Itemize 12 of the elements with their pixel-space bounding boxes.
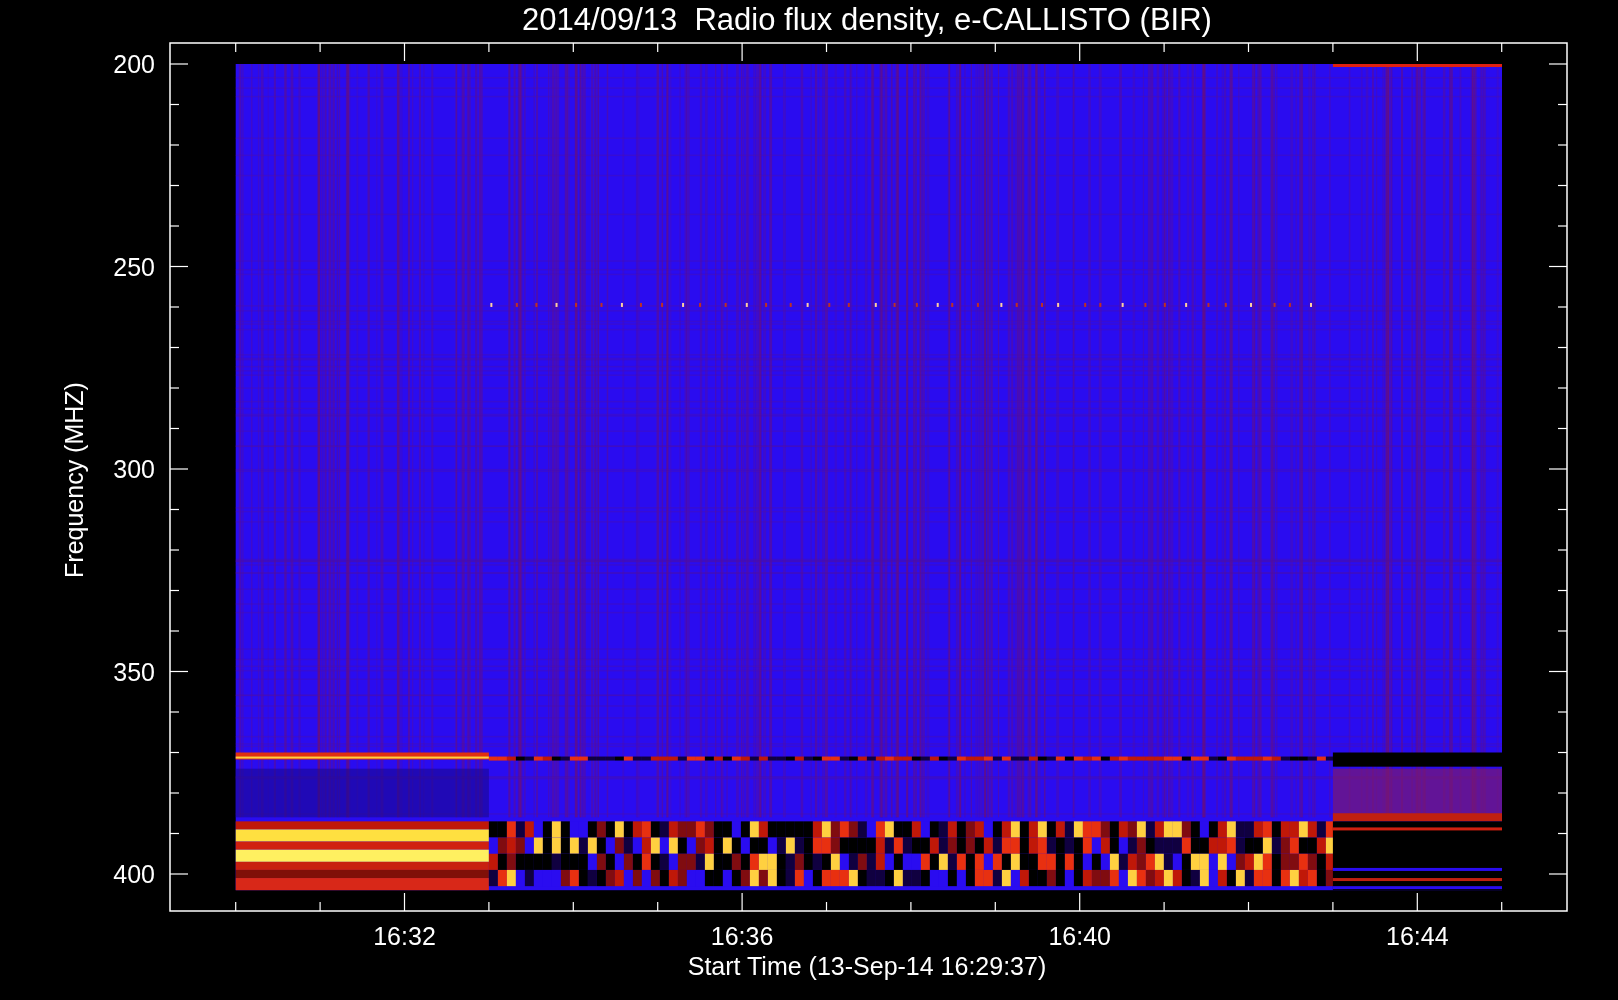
chart-title: 2014/09/13 Radio flux density, e-CALLISTO (BIR) (522, 2, 1212, 37)
axis-tick-label: 400 (113, 860, 155, 888)
axis-title: Frequency (MHZ) (60, 382, 88, 578)
axis-tick-label: 200 (113, 50, 155, 78)
axis-tick-label: 350 (113, 657, 155, 686)
axis-tick-label: 300 (113, 455, 155, 483)
axis-tick-label: 16:44 (1386, 922, 1449, 950)
axis-tick-label: 16:36 (710, 922, 774, 950)
axis-tick-label: 16:40 (1048, 922, 1111, 950)
axis-tick-label: 16:32 (373, 922, 436, 950)
axis-title: Start Time (13-Sep-14 16:29:37) (687, 952, 1047, 980)
axis-tick-label: 250 (113, 252, 155, 281)
